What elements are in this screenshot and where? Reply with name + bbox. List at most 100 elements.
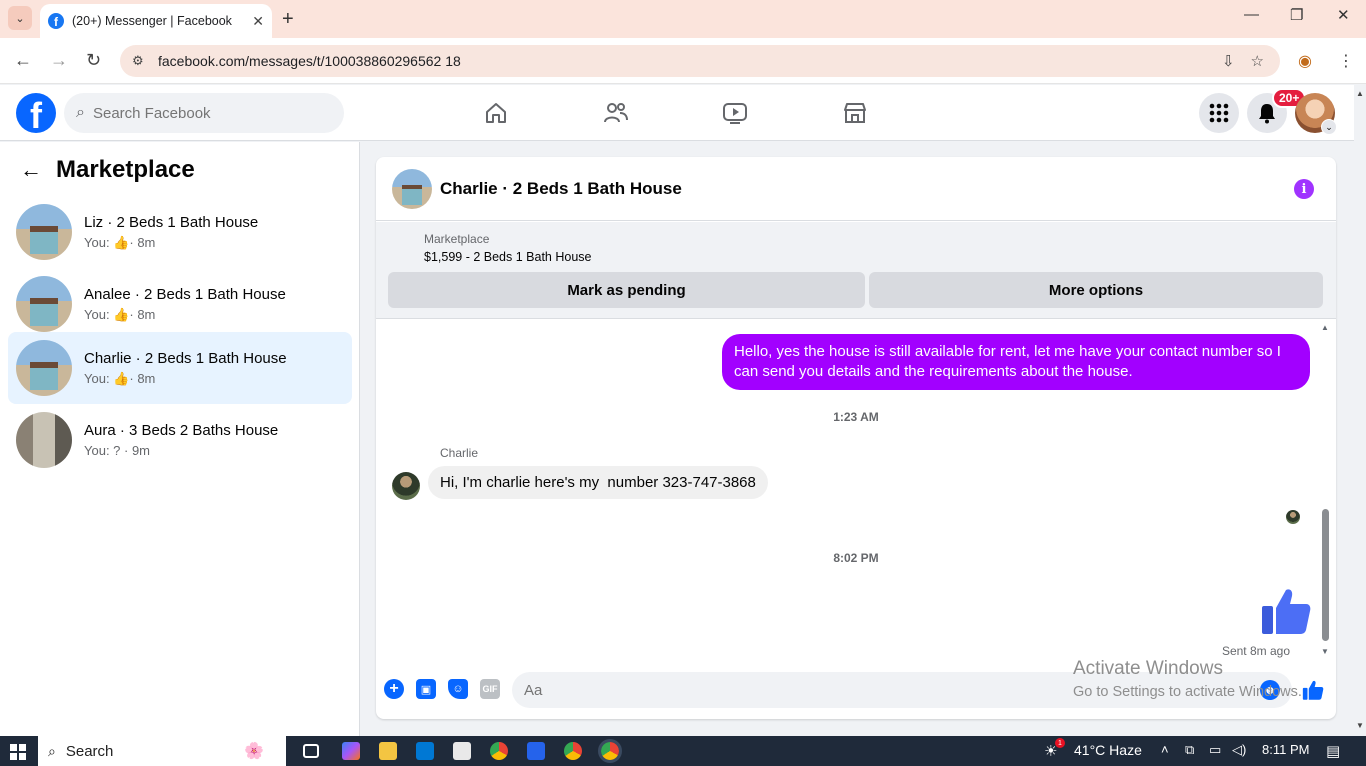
marketplace-inbox-panel: ← Marketplace Liz · 2 Beds 1 Bath House … xyxy=(0,142,360,736)
chat-scrollbar[interactable] xyxy=(1322,509,1329,641)
scroll-up-arrow-icon[interactable]: ▲ xyxy=(1321,323,1329,332)
listing-thumbnail xyxy=(16,276,72,332)
listing-summary[interactable]: $1,599 - 2 Beds 1 Bath House xyxy=(424,250,591,264)
windows-taskbar: ⌕ Search 🌸 ☀ 1 41°C Haze ˄ ⧉ ▭ ◁) 8:11 P… xyxy=(0,736,1366,766)
send-like-icon[interactable] xyxy=(1302,679,1324,706)
conversation-preview: You: 👍· 8m xyxy=(84,370,156,386)
sender-avatar[interactable] xyxy=(392,472,420,500)
task-view-icon[interactable] xyxy=(303,744,319,758)
tab-search-dropdown-icon[interactable]: ⌄ xyxy=(8,6,32,30)
address-bar-row: ← → ↻ ⚙ facebook.com/messages/t/10003886… xyxy=(0,38,1366,84)
battery-icon[interactable]: ▭ xyxy=(1209,742,1221,758)
conversation-name: Liz · 2 Beds 1 Bath House xyxy=(84,213,259,231)
url-field[interactable]: ⚙ facebook.com/messages/t/10003886029656… xyxy=(120,45,1280,77)
conversation-item[interactable]: Liz · 2 Beds 1 Bath House You: 👍· 8m xyxy=(8,196,352,268)
marketplace-icon[interactable] xyxy=(841,99,869,127)
chrome-profile-icon[interactable] xyxy=(564,742,582,760)
page-scroll-down-icon[interactable]: ▼ xyxy=(1356,721,1364,730)
thumbs-up-icon: 👍 xyxy=(113,370,130,386)
message-input[interactable] xyxy=(524,681,1224,699)
chat-header: Charlie · 2 Beds 1 Bath House i xyxy=(376,157,1336,221)
search-box[interactable]: ⌕ xyxy=(64,93,344,133)
forward-icon[interactable]: → xyxy=(50,50,68,71)
back-icon[interactable]: ← xyxy=(14,50,32,71)
close-tab-icon[interactable]: ✕ xyxy=(252,13,264,30)
seen-avatar xyxy=(1286,510,1300,524)
sticker-icon[interactable]: ☺ xyxy=(448,679,468,699)
friends-icon[interactable] xyxy=(602,99,630,127)
message-composer: + ▣ ☺ GIF ☻ xyxy=(376,663,1336,719)
taskbar-search[interactable]: ⌕ Search 🌸 xyxy=(38,736,286,766)
browser-tab-messenger[interactable]: f (20+) Messenger | Facebook ✕ xyxy=(40,4,272,38)
info-icon[interactable]: i xyxy=(1294,179,1314,199)
profile-icon[interactable]: ◉ xyxy=(1298,51,1312,71)
listing-thumbnail xyxy=(16,340,72,396)
conversation-item-active[interactable]: Charlie · 2 Beds 1 Bath House You: 👍· 8m xyxy=(8,332,352,404)
volume-icon[interactable]: ◁) xyxy=(1232,742,1246,758)
close-window-icon[interactable]: ✕ xyxy=(1337,6,1350,24)
browser-tabbar: ⌄ f (20+) Messenger | Facebook ✕ + — ❐ ✕ xyxy=(0,0,1366,38)
menu-grid-icon[interactable] xyxy=(1199,93,1239,133)
outgoing-message[interactable]: Hello, yes the house is still available … xyxy=(722,334,1310,390)
marketplace-listing-bar: Marketplace $1,599 - 2 Beds 1 Bath House… xyxy=(376,222,1336,319)
panel-title: Marketplace xyxy=(56,156,195,183)
gif-icon[interactable]: GIF xyxy=(480,679,500,699)
browser-menu-icon[interactable]: ⋮ xyxy=(1338,51,1354,71)
conversation-name: Analee · 2 Beds 1 Bath House xyxy=(84,285,286,303)
more-options-button[interactable]: More options xyxy=(869,272,1323,308)
home-icon[interactable] xyxy=(482,99,510,127)
panel-header: ← Marketplace xyxy=(20,156,195,184)
chat-title[interactable]: Charlie · 2 Beds 1 Bath House xyxy=(440,179,682,199)
message-thread: Hello, yes the house is still available … xyxy=(376,320,1336,660)
video-icon[interactable] xyxy=(721,99,749,127)
new-tab-icon[interactable]: + xyxy=(282,8,294,31)
thumbs-up-icon: 👍 xyxy=(113,234,130,250)
minimize-icon[interactable]: — xyxy=(1244,6,1259,23)
chrome-icon[interactable] xyxy=(490,742,508,760)
display-icon[interactable]: ⧉ xyxy=(1185,742,1194,758)
back-arrow-icon[interactable]: ← xyxy=(20,157,42,183)
incoming-message[interactable]: Hi, I'm charlie here's my number 323-747… xyxy=(428,466,768,499)
conversation-preview: You: 👍· 8m xyxy=(84,306,156,322)
conversation-item[interactable]: Aura · 3 Beds 2 Baths House You: ? · 9m xyxy=(8,404,352,476)
defender-icon[interactable] xyxy=(527,742,545,760)
thumbs-up-icon: 👍 xyxy=(113,306,130,322)
reload-icon[interactable]: ↻ xyxy=(86,50,101,71)
conversation-name: Aura · 3 Beds 2 Baths House xyxy=(84,422,279,439)
sent-status: Sent 8m ago xyxy=(1221,644,1290,658)
file-explorer-icon[interactable] xyxy=(379,742,397,760)
tray-chevron-icon[interactable]: ˄ xyxy=(1161,742,1169,757)
listing-thumbnail[interactable] xyxy=(392,168,432,209)
plus-icon[interactable]: + xyxy=(384,679,404,699)
search-icon: ⌕ xyxy=(76,104,85,121)
search-icon: ⌕ xyxy=(48,742,56,759)
emoji-icon[interactable]: ☻ xyxy=(1260,680,1280,700)
copilot-icon[interactable] xyxy=(342,742,360,760)
account-avatar[interactable]: ⌄ xyxy=(1295,93,1337,135)
store-icon[interactable] xyxy=(453,742,471,760)
photo-icon[interactable]: ▣ xyxy=(416,679,436,699)
outlook-icon[interactable] xyxy=(416,742,434,760)
message-input-box[interactable]: ☻ xyxy=(512,672,1292,708)
mark-as-pending-button[interactable]: Mark as pending xyxy=(388,272,865,308)
page-scroll-up-icon[interactable]: ▲ xyxy=(1356,89,1364,98)
listing-thumbnail xyxy=(16,204,72,260)
bookmark-star-icon[interactable]: ☆ xyxy=(1251,52,1264,70)
chrome-active-icon[interactable] xyxy=(598,739,622,763)
notifications-center-icon[interactable]: ▤ xyxy=(1326,742,1340,760)
install-app-icon[interactable]: ⇩ xyxy=(1222,52,1235,70)
weather-text[interactable]: 41°C Haze xyxy=(1074,742,1142,758)
page-scrollbar[interactable]: ▲ ▼ xyxy=(1354,85,1366,736)
listing-thumbnail xyxy=(16,412,72,468)
chat-window: Charlie · 2 Beds 1 Bath House i Marketpl… xyxy=(376,157,1336,719)
conversation-item[interactable]: Analee · 2 Beds 1 Bath House You: 👍· 8m xyxy=(8,268,352,340)
windows-start-icon[interactable] xyxy=(10,744,26,760)
listing-thumbnail[interactable] xyxy=(388,234,412,258)
clock[interactable]: 8:11 PM xyxy=(1262,742,1309,757)
scroll-down-arrow-icon[interactable]: ▼ xyxy=(1321,647,1329,656)
site-settings-icon[interactable]: ⚙ xyxy=(132,53,158,69)
url-text: facebook.com/messages/t/100038860296562 … xyxy=(158,53,461,69)
facebook-logo-icon[interactable]: f xyxy=(16,93,56,133)
restore-icon[interactable]: ❐ xyxy=(1290,6,1303,24)
search-input[interactable] xyxy=(92,104,313,122)
